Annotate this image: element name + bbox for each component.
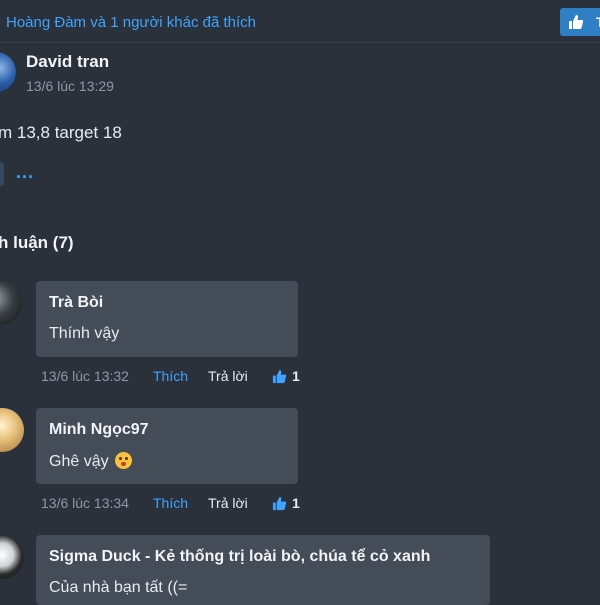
post-author-avatar[interactable]: [0, 52, 16, 92]
comment-reply-link[interactable]: Trả lời: [208, 495, 248, 511]
comment-bubble: Trà Bòi Thính vậy: [36, 281, 298, 357]
commenter-avatar[interactable]: [0, 281, 22, 325]
post-author-name[interactable]: David tran: [26, 52, 109, 72]
post-body-text: m 13,8 target 18: [0, 123, 122, 142]
comment-like-count[interactable]: 1: [292, 368, 300, 384]
like-button-label: Th: [596, 14, 600, 30]
comment-like-link[interactable]: Thích: [153, 368, 188, 384]
like-button[interactable]: Th: [560, 8, 600, 36]
thumbs-up-icon: [569, 15, 584, 29]
comment-bubble: Sigma Duck - Kẻ thống trị loài bò, chúa …: [36, 535, 490, 605]
commenter-avatar[interactable]: [0, 535, 24, 579]
comment-like-link[interactable]: Thích: [153, 495, 188, 511]
more-options-button[interactable]: ...: [16, 162, 34, 183]
likes-summary-link[interactable]: Hoàng Đàm và 1 người khác đã thích: [6, 14, 256, 31]
comment-text: Của nhà bạn tất ((=: [49, 579, 188, 596]
thumbs-up-icon: [272, 496, 287, 511]
astonished-face-emoji-icon: [114, 452, 132, 469]
comment-reply-link[interactable]: Trả lời: [208, 368, 248, 384]
thumbs-up-icon: [272, 369, 287, 384]
comment-timestamp[interactable]: 13/6 lúc 13:34: [41, 495, 129, 511]
commenter-name[interactable]: Trà Bòi: [49, 294, 103, 312]
post-action-chip[interactable]: [0, 162, 4, 186]
comment-text: Ghê vậy: [49, 453, 109, 470]
commenter-avatar[interactable]: [0, 408, 24, 452]
comment-text-line: Ghê vậy: [49, 452, 132, 471]
commenter-name[interactable]: Sigma Duck - Kẻ thống trị loài bò, chúa …: [49, 548, 430, 566]
comment-text: Thính vậy: [49, 325, 120, 342]
comment-bubble: Minh Ngọc97 Ghê vậy: [36, 408, 298, 484]
post-timestamp[interactable]: 13/6 lúc 13:29: [26, 78, 114, 94]
commenter-name[interactable]: Minh Ngọc97: [49, 421, 149, 439]
comment-timestamp[interactable]: 13/6 lúc 13:32: [41, 368, 129, 384]
likes-bar: Hoàng Đàm và 1 người khác đã thích Th: [0, 0, 600, 43]
comment-like-count[interactable]: 1: [292, 495, 300, 511]
comments-header: h luận (7): [0, 233, 74, 252]
